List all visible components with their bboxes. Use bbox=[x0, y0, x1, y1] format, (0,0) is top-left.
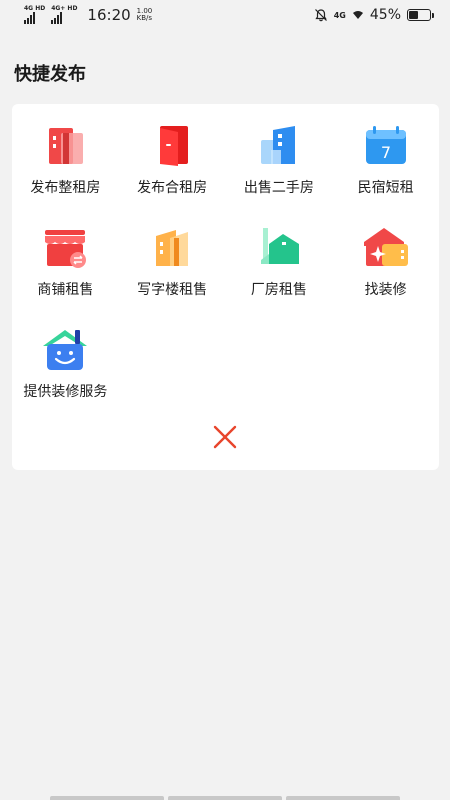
item-renovation[interactable]: 找装修 bbox=[332, 224, 439, 308]
shared-rent-door-icon bbox=[160, 126, 189, 166]
signal-icon bbox=[51, 12, 63, 24]
item-second-hand[interactable]: 出售二手房 bbox=[226, 122, 333, 206]
nav-indicator-center bbox=[168, 796, 282, 800]
publish-grid: 发布整租房 发布合租房 出售二手房 7 民宿短租 商铺租售 写字楼租售 厂房租售… bbox=[12, 122, 439, 410]
network-label-3: 4G bbox=[333, 10, 346, 20]
quick-publish-card: 发布整租房 发布合租房 出售二手房 7 民宿短租 商铺租售 写字楼租售 厂房租售… bbox=[12, 104, 439, 470]
close-icon[interactable] bbox=[210, 422, 240, 452]
clock: 16:20 bbox=[87, 6, 131, 24]
second-hand-house-icon bbox=[260, 126, 295, 164]
signal-icon bbox=[24, 12, 35, 24]
item-office[interactable]: 写字楼租售 bbox=[119, 224, 226, 308]
item-label: 民宿短租 bbox=[357, 180, 414, 196]
item-label: 找装修 bbox=[364, 282, 407, 298]
whole-rent-icon bbox=[49, 128, 84, 164]
item-renovation-service[interactable]: 提供装修服务 bbox=[12, 326, 119, 410]
item-label: 出售二手房 bbox=[243, 180, 314, 196]
wifi-icon bbox=[352, 11, 363, 19]
item-label: 发布合租房 bbox=[137, 180, 208, 196]
bottom-navigation-indicator bbox=[50, 796, 400, 800]
smiling-house-icon bbox=[43, 330, 88, 370]
status-right: 4G 45% bbox=[314, 7, 434, 23]
page-title: 快捷发布 bbox=[14, 64, 86, 85]
item-label: 提供装修服务 bbox=[23, 384, 108, 400]
calendar-icon: 7 bbox=[365, 126, 406, 164]
battery-percent: 45% bbox=[369, 7, 401, 23]
signal-2: 4G+ HD bbox=[51, 6, 77, 24]
item-label: 发布整租房 bbox=[30, 180, 101, 196]
item-label: 商铺租售 bbox=[37, 282, 94, 298]
renovation-icon bbox=[363, 228, 408, 266]
speed-unit: KB/s bbox=[136, 14, 153, 22]
item-homestay[interactable]: 7 民宿短租 bbox=[332, 122, 439, 206]
item-whole-rent[interactable]: 发布整租房 bbox=[12, 122, 119, 206]
nav-indicator-left bbox=[50, 796, 164, 800]
item-label: 厂房租售 bbox=[250, 282, 307, 298]
svg-text:7: 7 bbox=[381, 143, 391, 162]
factory-icon bbox=[260, 228, 299, 264]
item-factory[interactable]: 厂房租售 bbox=[226, 224, 333, 308]
battery-icon bbox=[407, 9, 434, 21]
status-bar: 4G HD 4G+ HD 16:20 1.00 KB/s 4G 45% bbox=[0, 0, 450, 30]
bell-muted-icon bbox=[314, 9, 327, 22]
nav-indicator-right bbox=[286, 796, 400, 800]
shop-icon bbox=[45, 230, 87, 268]
status-left: 4G HD 4G+ HD 16:20 1.00 KB/s bbox=[24, 6, 152, 24]
item-shop[interactable]: 商铺租售 bbox=[12, 224, 119, 308]
office-building-icon bbox=[156, 230, 189, 266]
network-speed: 1.00 KB/s bbox=[137, 8, 153, 22]
item-shared-rent[interactable]: 发布合租房 bbox=[119, 122, 226, 206]
signal-1: 4G HD bbox=[24, 6, 45, 24]
item-label: 写字楼租售 bbox=[137, 282, 208, 298]
